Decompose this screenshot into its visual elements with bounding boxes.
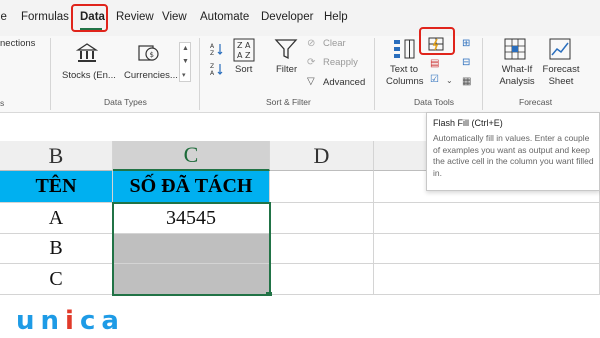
svg-text:Z: Z: [245, 51, 251, 60]
forecast-sheet-button[interactable]: Forecast Sheet: [541, 64, 581, 88]
more-icon: ▾: [182, 72, 186, 79]
separator: [482, 38, 483, 110]
active-selection: [112, 202, 271, 296]
queries-group-label: s: [0, 98, 5, 108]
separator: [50, 38, 51, 110]
column-header-d[interactable]: D: [270, 141, 374, 171]
currencies-icon: $: [137, 42, 161, 69]
sort-filter-group-label: Sort & Filter: [266, 97, 311, 107]
svg-text:Z: Z: [210, 63, 214, 70]
data-tab-highlight: [71, 4, 108, 32]
reapply-icon: ⟳: [307, 57, 316, 68]
svg-text:A: A: [245, 41, 251, 50]
stocks-icon: [75, 42, 99, 69]
relationships-icon[interactable]: ⊟: [462, 57, 470, 68]
cell[interactable]: [374, 264, 600, 295]
flash-fill-highlight: [419, 27, 455, 55]
chevron-down-icon[interactable]: ⌄: [446, 76, 453, 85]
chevron-up-icon: ▲: [182, 45, 189, 52]
chevron-down-icon: ▼: [182, 58, 189, 65]
svg-text:A: A: [210, 70, 215, 76]
svg-text:A: A: [237, 51, 243, 60]
clear-button[interactable]: Clear: [323, 38, 346, 49]
text-to-columns-icon: [392, 38, 416, 65]
tab-automate[interactable]: Automate: [200, 11, 249, 23]
column-header-b[interactable]: B: [0, 141, 113, 171]
filter-icon: [274, 38, 298, 65]
data-tools-group-label: Data Tools: [414, 97, 455, 107]
data-types-gallery-scroll[interactable]: ▲ ▼ ▾: [179, 42, 191, 82]
tab-review[interactable]: Review: [116, 11, 154, 23]
data-validation-icon[interactable]: ☑: [430, 74, 439, 85]
reapply-button[interactable]: Reapply: [323, 57, 358, 68]
separator: [374, 38, 375, 110]
flash-fill-tooltip: Flash Fill (Ctrl+E) Automatically fill i…: [426, 112, 600, 191]
forecast-sheet-icon: [549, 38, 571, 65]
what-if-analysis-icon: [504, 38, 526, 65]
cell[interactable]: [270, 264, 374, 295]
what-if-analysis-label: What-If Analysis: [499, 64, 535, 87]
cell[interactable]: [270, 203, 374, 234]
clear-filter-icon: ⊘: [307, 38, 316, 49]
text-to-columns-button[interactable]: Text to Columns: [386, 64, 424, 88]
svg-text:Z: Z: [210, 50, 214, 56]
cell[interactable]: [374, 203, 600, 234]
svg-text:Z: Z: [237, 41, 243, 50]
name-cell[interactable]: C: [0, 264, 113, 295]
tooltip-body: Automatically fill in values. Enter a co…: [433, 133, 594, 178]
cell[interactable]: [374, 234, 600, 264]
tab-help[interactable]: Help: [324, 11, 348, 23]
manage-data-model-icon[interactable]: ▦: [462, 76, 471, 87]
header-cell-so-da-tach[interactable]: SỐ ĐÃ TÁCH: [113, 171, 270, 203]
connections-label[interactable]: nections: [0, 38, 35, 49]
sort-descending-icon[interactable]: ZA: [210, 62, 224, 81]
column-header-c[interactable]: C: [113, 141, 270, 171]
header-cell-ten[interactable]: TÊN: [0, 171, 113, 203]
consolidate-icon[interactable]: ⊞: [462, 38, 470, 49]
advanced-button[interactable]: Advanced: [323, 77, 365, 88]
tab-file[interactable]: le: [0, 11, 7, 23]
forecast-group-label: Forecast: [519, 97, 553, 107]
cell[interactable]: [270, 234, 374, 264]
logo-text: unica: [16, 306, 125, 336]
tooltip-title: Flash Fill (Ctrl+E): [433, 118, 503, 128]
tab-view[interactable]: View: [162, 11, 187, 23]
filter-button[interactable]: Filter: [276, 64, 297, 75]
stocks-button[interactable]: Stocks (En...: [62, 70, 116, 81]
name-cell[interactable]: A: [0, 203, 113, 234]
data-types-group-label: Data Types: [104, 97, 147, 107]
currencies-button[interactable]: Currencies...: [124, 70, 178, 81]
cell[interactable]: [270, 171, 374, 203]
advanced-filter-icon: ▽: [307, 76, 315, 87]
sort-icon: ZAAZ: [233, 38, 255, 67]
sort-ascending-icon[interactable]: AZ: [210, 42, 224, 61]
name-cell[interactable]: B: [0, 234, 113, 264]
svg-text:A: A: [210, 43, 215, 50]
what-if-analysis-button[interactable]: What-If Analysis: [496, 64, 538, 88]
text-to-columns-label: Text to Columns: [386, 64, 424, 87]
unica-logo: unica: [16, 306, 125, 336]
separator: [199, 38, 200, 110]
forecast-sheet-label: Forecast Sheet: [542, 64, 580, 87]
remove-duplicates-icon[interactable]: ▤: [430, 58, 439, 69]
svg-text:$: $: [150, 51, 154, 59]
tab-developer[interactable]: Developer: [261, 11, 313, 23]
tab-formulas[interactable]: Formulas: [21, 11, 69, 23]
sort-button[interactable]: Sort: [235, 64, 252, 75]
